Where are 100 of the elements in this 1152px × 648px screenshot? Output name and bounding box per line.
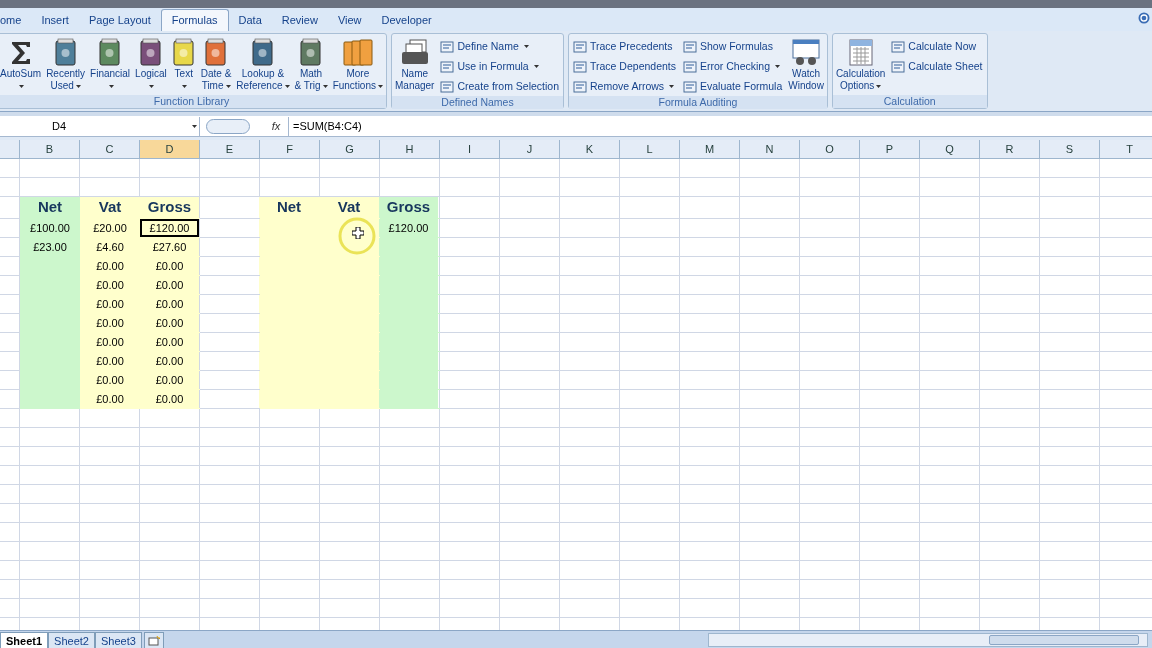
table-cell[interactable]: £0.00	[80, 333, 140, 351]
column-heading-cell[interactable]: Net	[259, 197, 319, 218]
ribbon-button[interactable]: Calculate Sheet	[889, 57, 985, 76]
ribbon-button[interactable]: Date & Time	[199, 36, 233, 92]
table-cell[interactable]: £4.60	[80, 238, 140, 256]
ribbon-button[interactable]: Trace Dependents	[571, 57, 678, 76]
ribbon-tab[interactable]: View	[327, 9, 372, 31]
ribbon-button[interactable]: Remove Arrows	[571, 77, 678, 96]
table-cell[interactable]: £0.00	[80, 352, 140, 370]
ribbon-button[interactable]: Calculation Options	[834, 36, 887, 92]
ribbon-tab[interactable]: Page Layout	[78, 9, 161, 31]
ribbon-button[interactable]: Trace Precedents	[571, 37, 678, 56]
column-header[interactable]: M	[680, 140, 740, 159]
ribbon-button[interactable]: Name Manager	[394, 36, 436, 92]
small-tool-icon	[891, 40, 906, 53]
cursor-highlight-icon	[338, 217, 376, 255]
column-header[interactable]: T	[1100, 140, 1152, 159]
ribbon-button[interactable]: Use in Formula	[438, 57, 561, 76]
ribbon-button[interactable]: Lookup & Reference	[235, 36, 291, 92]
table-cell[interactable]: £20.00	[80, 219, 140, 237]
group-label: Formula Auditing	[569, 96, 827, 109]
column-heading-cell[interactable]: Gross	[379, 197, 438, 218]
table-cell[interactable]: £0.00	[140, 257, 199, 275]
table-cell[interactable]: £0.00	[140, 352, 199, 370]
sheet-tab[interactable]: Sheet2	[48, 632, 95, 648]
card-file-icon	[399, 38, 430, 66]
small-tool-icon	[573, 60, 587, 73]
horizontal-scrollbar[interactable]	[708, 633, 1148, 647]
ribbon-button[interactable]: Text	[170, 36, 197, 92]
ribbon-tab[interactable]: ome	[0, 9, 32, 31]
ribbon-tab[interactable]: Review	[271, 9, 328, 31]
column-header[interactable]	[0, 140, 20, 159]
sheet-tab[interactable]: Sheet1	[0, 632, 49, 648]
group-label: Function Library	[0, 95, 386, 108]
ribbon-button[interactable]: Create from Selection	[438, 77, 561, 96]
watch-window-icon	[791, 38, 822, 66]
column-header[interactable]: N	[740, 140, 800, 159]
ribbon-button[interactable]: AutoSum	[0, 36, 43, 92]
table-cell[interactable]: £0.00	[140, 314, 199, 332]
column-header[interactable]: E	[200, 140, 260, 159]
column-header[interactable]: C	[80, 140, 140, 159]
table-cell[interactable]: £0.00	[80, 390, 140, 408]
table-cell[interactable]: £0.00	[140, 276, 199, 294]
ribbon-button[interactable]: Logical	[134, 36, 168, 92]
column-header[interactable]: K	[560, 140, 620, 159]
table-cell[interactable]: £0.00	[140, 371, 199, 389]
column-header[interactable]: I	[440, 140, 500, 159]
ribbon-button[interactable]: Error Checking	[681, 57, 785, 76]
formula-field[interactable]: =SUM(B4:C4)	[288, 116, 1152, 136]
ribbon-button[interactable]: Recently Used	[45, 36, 87, 92]
column-header[interactable]: G	[320, 140, 380, 159]
table-cell[interactable]: £120.00	[379, 219, 438, 237]
column-header[interactable]: B	[20, 140, 80, 159]
table-cell[interactable]: £0.00	[80, 276, 140, 294]
table-cell[interactable]: £0.00	[140, 390, 199, 408]
ribbon-button[interactable]: More Functions	[331, 36, 384, 92]
small-tool-icon	[683, 80, 697, 93]
table-cell[interactable]: £0.00	[80, 314, 140, 332]
column-heading-cell[interactable]: Gross	[140, 197, 199, 218]
sheet-tab[interactable]: Sheet3	[94, 632, 142, 648]
column-header[interactable]: L	[620, 140, 680, 159]
ribbon-tab[interactable]: Insert	[31, 9, 79, 31]
table-cell[interactable]: £100.00	[20, 219, 80, 237]
column-header[interactable]: D	[140, 140, 200, 159]
ribbon-button[interactable]: Evaluate Formula	[681, 77, 785, 96]
ribbon-button[interactable]: Define Name	[438, 37, 561, 56]
column-header[interactable]: R	[980, 140, 1040, 159]
formula-buttons[interactable]	[206, 118, 250, 134]
ribbon-tab[interactable]: Data	[228, 9, 272, 31]
ribbon-button[interactable]: Watch Window	[787, 36, 825, 92]
insert-sheet-icon[interactable]	[143, 632, 164, 648]
column-header[interactable]: F	[260, 140, 320, 159]
ribbon-button[interactable]: Financial	[89, 36, 132, 92]
column-heading-cell[interactable]: Vat	[319, 197, 379, 218]
column-header[interactable]: P	[860, 140, 920, 159]
table-cell[interactable]: £0.00	[140, 333, 199, 351]
column-header[interactable]: S	[1040, 140, 1100, 159]
ribbon-button[interactable]: Show Formulas	[681, 37, 785, 56]
column-header[interactable]: O	[800, 140, 860, 159]
column-header[interactable]: J	[500, 140, 560, 159]
ribbon-tab[interactable]: Formulas	[160, 9, 229, 31]
column-header[interactable]: H	[380, 140, 440, 159]
help-icon[interactable]	[1138, 12, 1150, 24]
table-cell[interactable]: £23.00	[20, 238, 80, 256]
name-box[interactable]: D4	[0, 116, 200, 136]
ribbon-button[interactable]: Calculate Now	[889, 37, 985, 56]
table-cell[interactable]: £0.00	[80, 371, 140, 389]
table-cell[interactable]: £0.00	[140, 295, 199, 313]
table-cell[interactable]: £27.60	[140, 238, 199, 256]
table-cell[interactable]: £0.00	[80, 257, 140, 275]
ribbon-button[interactable]: Math & Trig	[293, 36, 329, 92]
small-tool-icon	[891, 60, 906, 73]
column-heading-cell[interactable]: Vat	[80, 197, 140, 218]
column-heading-cell[interactable]: Net	[20, 197, 80, 218]
table-cell[interactable]: £0.00	[80, 295, 140, 313]
small-tool-icon	[440, 40, 455, 53]
table-cell[interactable]: £120.00	[140, 219, 199, 237]
ribbon-tab[interactable]: Developer	[371, 9, 442, 31]
insert-function-button[interactable]: fx	[266, 117, 286, 135]
column-header[interactable]: Q	[920, 140, 980, 159]
